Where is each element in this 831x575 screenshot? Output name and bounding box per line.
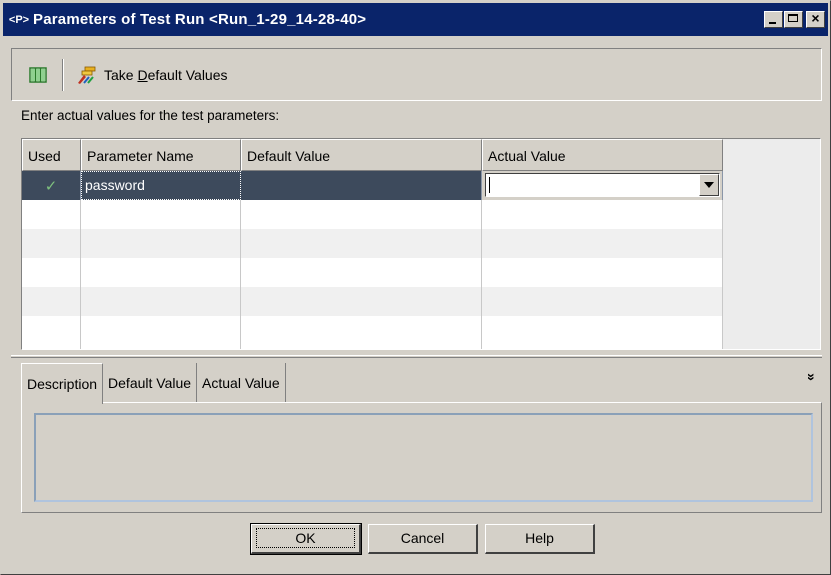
empty-cell[interactable] [81, 287, 241, 316]
close-button[interactable]: × [806, 11, 825, 28]
empty-cell[interactable] [22, 258, 81, 287]
tab-strip: Description Default Value Actual Value [21, 363, 286, 404]
toolbar-separator [62, 58, 64, 91]
ok-button-label: OK [256, 528, 355, 548]
grid-body: Used Parameter Name Default Value Actual… [22, 139, 723, 349]
description-text-area[interactable] [34, 413, 813, 502]
dropdown-arrow-icon [704, 182, 714, 188]
empty-cell[interactable] [81, 316, 241, 349]
cancel-button[interactable]: Cancel [368, 524, 478, 554]
table-row-empty[interactable] [22, 258, 723, 287]
actual-value-combobox[interactable] [485, 173, 720, 197]
description-panel [21, 402, 822, 513]
empty-cell[interactable] [482, 200, 723, 229]
table-row[interactable]: ✓ password [22, 171, 723, 200]
parameter-name-cell[interactable]: password [81, 171, 241, 200]
empty-cell[interactable] [81, 200, 241, 229]
window-controls: × [763, 11, 825, 28]
details-tabs: Description Default Value Actual Value » [21, 363, 822, 513]
minimize-icon [769, 22, 776, 24]
maximize-button[interactable] [784, 11, 803, 28]
collapse-double-chevron-icon[interactable]: » [804, 373, 820, 381]
empty-cell[interactable] [81, 229, 241, 258]
maximize-icon [788, 14, 798, 22]
empty-cell[interactable] [482, 229, 723, 258]
empty-cell[interactable] [22, 316, 81, 349]
take-default-values-button[interactable]: Take Default Values [76, 65, 228, 85]
window-title: Parameters of Test Run <Run_1-29_14-28-4… [33, 11, 367, 28]
text-caret [489, 177, 490, 193]
select-columns-button[interactable] [24, 61, 52, 89]
instruction-text: Enter actual values for the test paramet… [21, 108, 280, 123]
table-row-empty[interactable] [22, 229, 723, 258]
default-value-cell[interactable] [241, 171, 482, 200]
empty-cell[interactable] [22, 229, 81, 258]
column-header-default-value[interactable]: Default Value [241, 139, 482, 171]
empty-cell[interactable] [482, 258, 723, 287]
parameters-grid: Used Parameter Name Default Value Actual… [21, 138, 821, 350]
actual-value-input[interactable] [486, 174, 699, 196]
empty-cell[interactable] [81, 258, 241, 287]
column-header-parameter-name[interactable]: Parameter Name [81, 139, 241, 171]
table-row-empty[interactable] [22, 316, 723, 349]
dialog-buttons: OK Cancel Help [250, 523, 602, 555]
column-header-actual-value[interactable]: Actual Value [482, 139, 723, 171]
panel-splitter[interactable] [11, 355, 822, 358]
minimize-button[interactable] [764, 11, 783, 28]
empty-cell[interactable] [241, 316, 482, 349]
empty-cell[interactable] [482, 316, 723, 349]
table-row-empty[interactable] [22, 200, 723, 229]
empty-cell[interactable] [241, 258, 482, 287]
actual-value-cell[interactable] [482, 171, 723, 200]
empty-cell[interactable] [22, 287, 81, 316]
column-header-used[interactable]: Used [22, 139, 81, 171]
tab-description[interactable]: Description [21, 363, 104, 404]
empty-cell[interactable] [22, 200, 81, 229]
take-default-label: Take Default Values [104, 66, 228, 83]
empty-cell[interactable] [241, 287, 482, 316]
toolbar: Take Default Values [11, 48, 822, 101]
used-cell[interactable]: ✓ [22, 171, 81, 200]
tab-default-value[interactable]: Default Value [103, 363, 198, 402]
empty-cell[interactable] [482, 287, 723, 316]
parameter-app-icon: <P> [8, 13, 30, 26]
tab-actual-value[interactable]: Actual Value [197, 363, 286, 402]
close-icon: × [811, 10, 820, 26]
ok-button[interactable]: OK [250, 523, 362, 555]
grid-header: Used Parameter Name Default Value Actual… [22, 139, 723, 171]
columns-icon [29, 66, 47, 83]
actual-value-dropdown-button[interactable] [699, 174, 719, 196]
table-row-empty[interactable] [22, 287, 723, 316]
help-button[interactable]: Help [485, 524, 595, 554]
title-bar[interactable]: <P> Parameters of Test Run <Run_1-29_14-… [3, 3, 828, 36]
empty-cell[interactable] [241, 229, 482, 258]
take-defaults-icon [78, 66, 96, 84]
parameters-dialog: <P> Parameters of Test Run <Run_1-29_14-… [0, 0, 831, 575]
empty-cell[interactable] [241, 200, 482, 229]
checkmark-icon: ✓ [44, 177, 58, 195]
